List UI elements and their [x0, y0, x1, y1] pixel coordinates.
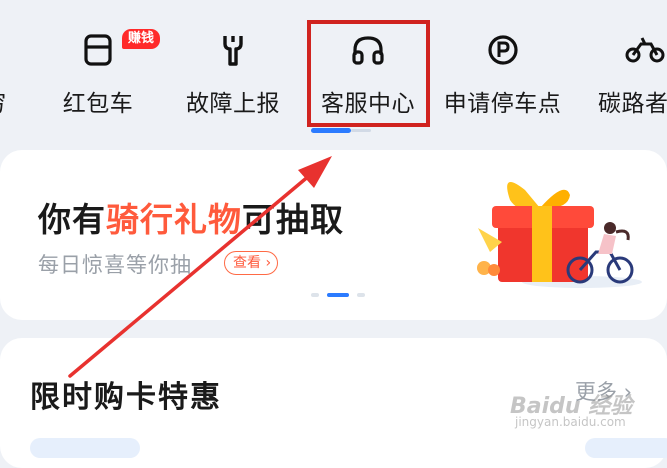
annotation-arrow — [68, 156, 332, 378]
